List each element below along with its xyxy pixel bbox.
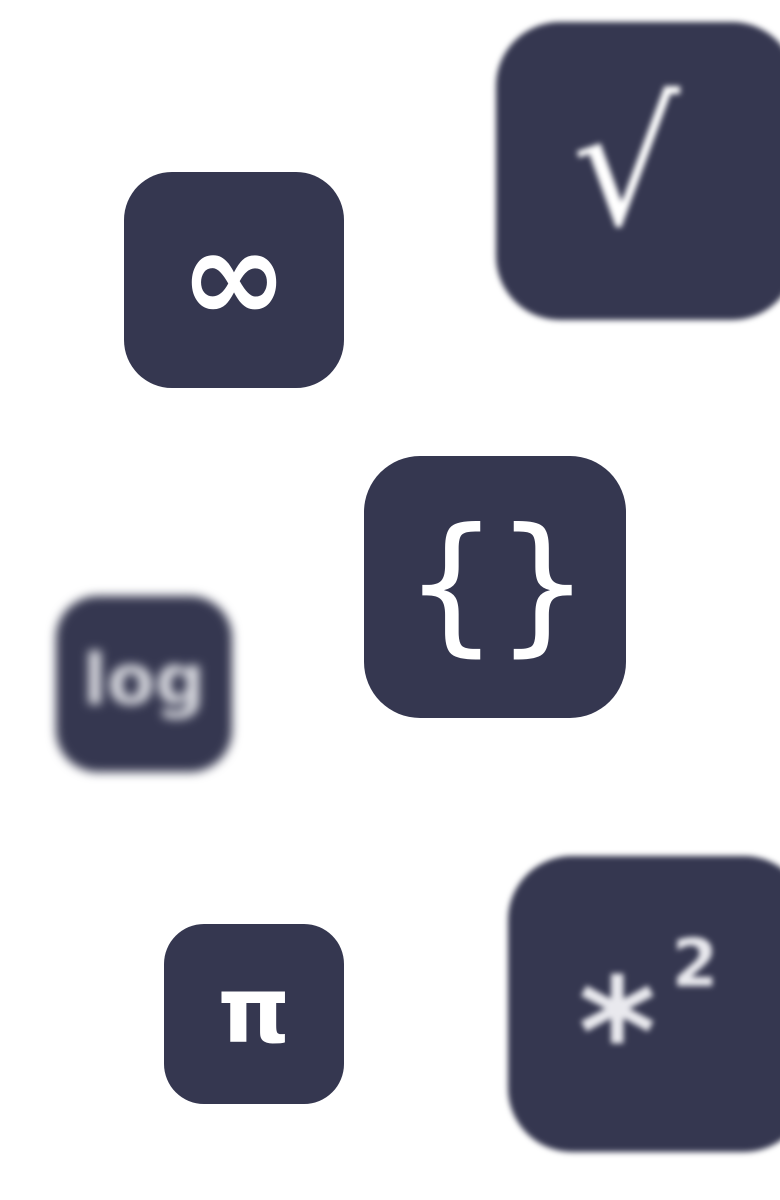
curly-braces-symbol: {} <box>403 497 591 671</box>
log-icon: log <box>56 596 232 772</box>
square-root-icon: √ <box>496 22 780 320</box>
pi-symbol: π <box>217 957 291 1064</box>
asterisk-symbol: * <box>578 947 657 1121</box>
square-root-symbol: √ <box>571 67 681 265</box>
pi-icon: π <box>164 924 344 1104</box>
star-squared-icon: * 2 <box>508 856 780 1152</box>
superscript-two: 2 <box>672 925 718 1002</box>
infinity-icon: ∞ <box>124 172 344 388</box>
infinity-symbol: ∞ <box>179 200 289 352</box>
log-label: log <box>82 639 206 721</box>
icon-canvas: ∞ √ {} log π * 2 <box>0 0 780 1200</box>
curly-braces-icon: {} <box>364 456 626 718</box>
star-squared-glyph: * 2 <box>568 925 718 1110</box>
